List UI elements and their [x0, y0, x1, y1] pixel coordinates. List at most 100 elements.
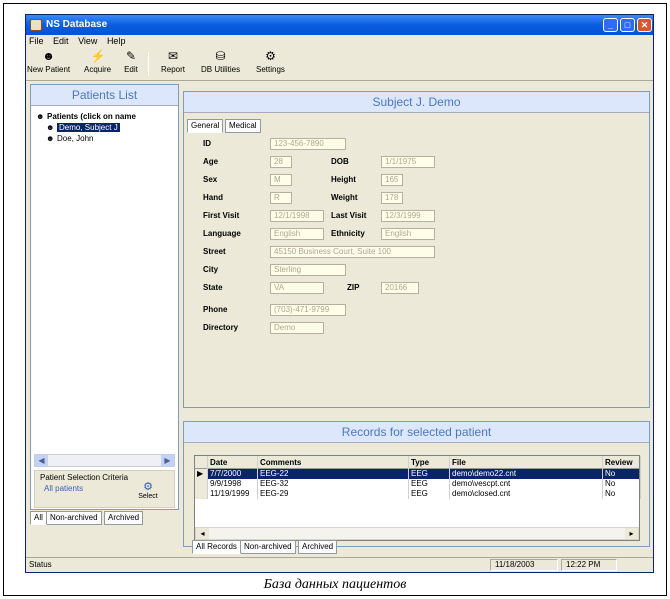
column-file[interactable]: File: [450, 456, 603, 469]
new-patient-label: New Patient: [27, 65, 71, 74]
column-review[interactable]: Review: [603, 456, 641, 469]
toolbar: ☻ New Patient ⚡ Acquire ✎ Edit ✉ Report …: [26, 48, 653, 81]
db-utilities-label: DB Utilities: [201, 65, 241, 74]
tab-non-archived[interactable]: Non-archived: [46, 511, 102, 525]
menu-file[interactable]: File: [29, 36, 44, 46]
acquire-label: Acquire: [84, 65, 112, 74]
new-patient-button[interactable]: ☻ New Patient: [27, 49, 71, 75]
minimize-button[interactable]: _: [603, 18, 618, 32]
menu-edit[interactable]: Edit: [53, 36, 69, 46]
cell-comments: EEG-22: [258, 469, 409, 479]
tab-records-non-archived[interactable]: Non-archived: [240, 540, 296, 554]
records-grid: Date Comments Type File Review ▶ 7/7/200…: [194, 455, 641, 541]
cell-file: demo\demo22.cnt: [450, 469, 603, 479]
directory-label: Directory: [203, 323, 239, 332]
acquire-button[interactable]: ⚡ Acquire: [84, 49, 112, 75]
report-label: Report: [161, 65, 186, 74]
tab-medical[interactable]: Medical: [225, 119, 261, 133]
patients-list-title: Patients List: [31, 85, 178, 106]
city-field[interactable]: Sterling: [270, 264, 346, 276]
cell-file: demo\closed.cnt: [450, 489, 603, 499]
select-button[interactable]: ⚙ Select: [135, 481, 161, 506]
tree-item-doe[interactable]: ☻ Doe, John: [36, 133, 176, 144]
scroll-left-icon[interactable]: ◀: [35, 455, 48, 466]
hand-field[interactable]: R: [270, 192, 292, 204]
tab-archived[interactable]: Archived: [104, 511, 144, 525]
row-indicator-header: [195, 456, 208, 469]
phone-label: Phone: [203, 305, 228, 314]
last-visit-field[interactable]: 12/3/1999: [381, 210, 435, 222]
last-visit-label: Last Visit: [331, 211, 367, 220]
tree-root[interactable]: ☻ Patients (click on name: [36, 111, 176, 122]
menu-help[interactable]: Help: [107, 36, 126, 46]
dob-field[interactable]: 1/1/1975: [381, 156, 435, 168]
tab-records-archived[interactable]: Archived: [298, 540, 338, 554]
dob-label: DOB: [331, 157, 349, 166]
table-row[interactable]: 11/19/1999 EEG-29 EEG demo\closed.cnt No: [195, 489, 641, 499]
ethnicity-label: Ethnicity: [331, 229, 365, 238]
scroll-right-icon[interactable]: ▶: [161, 455, 174, 466]
edit-button[interactable]: ✎ Edit: [124, 50, 138, 75]
cell-type: EEG: [409, 469, 450, 479]
cell-review: No: [603, 469, 641, 479]
settings-button[interactable]: ⚙ Settings: [256, 49, 285, 75]
db-utilities-button[interactable]: ⛁ DB Utilities: [201, 50, 241, 75]
patients-hscrollbar[interactable]: ◀ ▶: [34, 454, 175, 467]
report-button[interactable]: ✉ Report: [161, 50, 186, 75]
phone-field[interactable]: (703)-471-9799: [270, 304, 346, 316]
subject-title: Subject J. Demo: [184, 92, 649, 113]
toolbar-separator: [148, 52, 149, 76]
settings-icon: ⚙: [265, 49, 276, 63]
scroll-right-icon[interactable]: ▸: [625, 528, 638, 539]
tab-all[interactable]: All: [30, 511, 47, 525]
id-field[interactable]: 123-456-7890: [270, 138, 346, 150]
sex-label: Sex: [203, 175, 218, 184]
patient-name: Doe, John: [57, 134, 94, 143]
age-field[interactable]: 28: [270, 156, 292, 168]
state-field[interactable]: VA: [270, 282, 324, 294]
height-label: Height: [331, 175, 356, 184]
sex-field[interactable]: M: [270, 174, 292, 186]
scroll-left-icon[interactable]: ◂: [196, 528, 209, 539]
patient-name: Demo, Subject J: [57, 123, 120, 132]
patient-icon: ☻: [46, 123, 55, 133]
records-tabs: All Records Non-archived Archived: [192, 540, 352, 554]
language-field[interactable]: English: [270, 228, 324, 240]
window-title: NS Database: [46, 19, 108, 30]
column-type[interactable]: Type: [409, 456, 450, 469]
ethnicity-field[interactable]: English: [381, 228, 435, 240]
tab-all-records[interactable]: All Records: [192, 540, 241, 554]
table-row[interactable]: ▶ 7/7/2000 EEG-22 EEG demo\demo22.cnt No: [195, 469, 641, 479]
cell-date: 11/19/1999: [208, 489, 258, 499]
acquire-icon: ⚡: [90, 49, 106, 63]
records-hscrollbar[interactable]: ◂ ▸: [195, 527, 639, 540]
current-row-icon: ▶: [195, 469, 208, 479]
height-field[interactable]: 165: [381, 174, 403, 186]
zip-field[interactable]: 20166: [381, 282, 419, 294]
settings-label: Settings: [256, 65, 285, 74]
tab-general[interactable]: General: [187, 119, 224, 133]
city-label: City: [203, 265, 219, 274]
zip-label: ZIP: [347, 283, 360, 292]
menu-view[interactable]: View: [78, 36, 97, 46]
maximize-button[interactable]: □: [620, 18, 635, 32]
column-comments[interactable]: Comments: [258, 456, 409, 469]
new-patient-icon: ☻: [42, 49, 55, 63]
table-row[interactable]: 9/9/1998 EEG-32 EEG demo\vescpt.cnt No: [195, 479, 641, 489]
selection-criteria-label: Patient Selection Criteria: [40, 473, 129, 482]
select-button-label: Select: [138, 493, 158, 500]
first-visit-field[interactable]: 12/1/1998: [270, 210, 324, 222]
street-field[interactable]: 45150 Business Court, Suite 100: [270, 246, 435, 258]
age-label: Age: [203, 157, 219, 166]
close-button[interactable]: ✕: [637, 18, 652, 32]
directory-field[interactable]: Demo: [270, 322, 324, 334]
weight-field[interactable]: 178: [381, 192, 403, 204]
app-icon: [30, 19, 42, 31]
records-panel: Records for selected patient Date Commen…: [183, 421, 650, 547]
cell-date: 9/9/1998: [208, 479, 258, 489]
tree-item-demo[interactable]: ☻ Demo, Subject J: [36, 122, 176, 133]
hand-label: Hand: [203, 193, 223, 202]
column-date[interactable]: Date: [208, 456, 258, 469]
title-bar[interactable]: NS Database _ □ ✕: [26, 15, 653, 35]
records-title: Records for selected patient: [184, 422, 649, 443]
